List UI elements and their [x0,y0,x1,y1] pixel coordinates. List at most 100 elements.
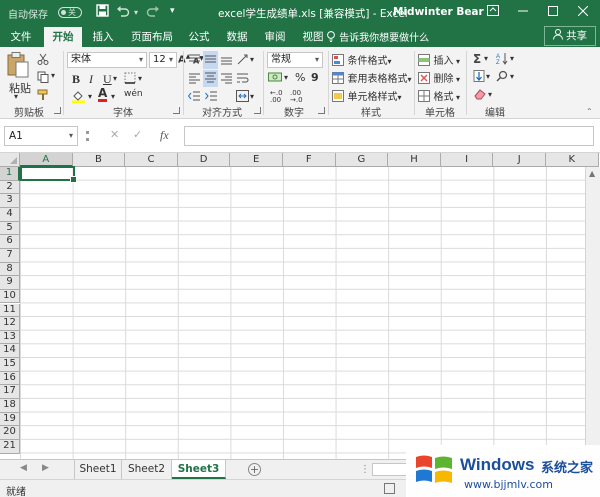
sheet-prev-icon[interactable]: ◀ [20,463,27,473]
increase-indent-icon[interactable] [205,90,218,105]
confirm-entry-icon[interactable]: ✓ [133,128,142,141]
column-header-k[interactable]: K [546,153,599,167]
row-header-16[interactable]: 16 [0,371,20,386]
sheet-next-icon[interactable]: ▶ [42,463,49,473]
sheet-tab-sheet3[interactable]: Sheet3 [172,460,226,479]
row-header-11[interactable]: 11 [0,303,20,318]
column-header-b[interactable]: B [72,153,126,167]
insert-function-button[interactable]: fx [160,128,169,143]
phonetic-icon[interactable]: wén [124,89,143,99]
row-header-15[interactable]: 15 [0,358,20,372]
currency-icon[interactable] [268,71,282,86]
column-header-e[interactable]: E [230,153,283,167]
customize-qat-icon[interactable]: ▾ [170,6,175,16]
undo-icon[interactable] [116,4,130,20]
row-header-19[interactable]: 19 [0,412,20,427]
row-header-1[interactable]: 1 [0,167,20,181]
row-header-2[interactable]: 2 [0,180,20,195]
align-left-icon[interactable] [188,72,201,87]
find-select-icon[interactable] [496,70,508,85]
currency-dropdown-icon[interactable]: ▾ [284,73,288,82]
align-bottom-icon[interactable] [220,53,233,69]
tell-me-box[interactable]: 告诉我你想要做什么 [326,29,429,44]
underline-button[interactable]: U [103,72,112,87]
row-header-20[interactable]: 20 [0,426,20,440]
add-sheet-icon[interactable]: + [248,463,261,476]
scroll-up-icon[interactable]: ▲ [589,169,595,178]
ribbon-display-icon[interactable] [478,2,508,22]
cut-icon[interactable] [37,53,49,68]
insert-cells-button[interactable]: 插入 ▾ [418,52,460,67]
conditional-formatting-button[interactable]: 条件格式▾ [332,52,392,67]
row-header-7[interactable]: 7 [0,248,20,263]
border-icon[interactable] [124,72,136,87]
font-launcher-icon[interactable] [173,107,180,114]
cancel-entry-icon[interactable]: ✕ [110,128,119,141]
italic-button[interactable]: I [89,72,93,87]
fill-color-dropdown-icon[interactable]: ▾ [88,92,92,101]
font-color-button[interactable]: A [98,87,108,102]
user-name[interactable]: Midwinter Bear [393,6,484,18]
merge-dropdown-icon[interactable]: ▾ [250,92,254,101]
redo-icon[interactable] [146,4,160,20]
tab-review[interactable]: 审阅 [258,27,292,47]
format-as-table-button[interactable]: 套用表格格式▾ [332,70,412,85]
formula-input[interactable] [184,126,594,146]
share-button[interactable]: 共享 [544,26,596,46]
comma-style-button[interactable]: 9 [311,71,319,84]
tab-home[interactable]: 开始 [44,27,82,47]
name-box[interactable]: A1 ▾ [4,126,78,146]
alignment-launcher-icon[interactable] [254,107,261,114]
cell-styles-button[interactable]: 单元格样式▾ [332,88,402,103]
find-select-dropdown-icon[interactable]: ▾ [510,72,514,81]
underline-dropdown-icon[interactable]: ▾ [113,74,117,83]
row-header-6[interactable]: 6 [0,235,20,249]
sort-filter-dropdown-icon[interactable]: ▾ [510,54,514,63]
row-header-18[interactable]: 18 [0,399,20,413]
row-header-8[interactable]: 8 [0,262,20,277]
row-header-9[interactable]: 9 [0,276,20,290]
page-layout-icon[interactable] [384,483,395,497]
tab-page-layout[interactable]: 页面布局 [126,27,178,47]
row-header-14[interactable]: 14 [0,344,20,359]
tab-insert[interactable]: 插入 [86,27,120,47]
row-header-13[interactable]: 13 [0,330,20,345]
bold-button[interactable]: B [72,72,80,87]
clear-dropdown-icon[interactable]: ▾ [488,90,492,99]
number-launcher-icon[interactable] [318,107,325,114]
font-name-combo[interactable]: 宋体 ▾ [67,52,147,68]
font-size-combo[interactable]: 12 ▾ [149,52,177,68]
font-color-dropdown-icon[interactable]: ▾ [111,92,115,101]
align-middle-icon[interactable] [203,51,218,69]
minimize-icon[interactable] [508,2,538,22]
column-header-f[interactable]: F [283,153,336,167]
active-cell-A1[interactable] [20,166,77,183]
paste-label[interactable]: 粘贴 [9,80,31,96]
row-header-4[interactable]: 4 [0,207,20,222]
row-header-21[interactable]: 21 [0,440,20,454]
autosum-dropdown-icon[interactable]: ▾ [484,54,488,63]
maximize-icon[interactable] [538,2,568,22]
copy-dropdown-icon[interactable]: ▾ [51,71,55,80]
align-top-icon[interactable] [188,53,201,69]
row-header-12[interactable]: 12 [0,317,20,331]
wrap-text-icon[interactable] [236,72,249,87]
row-header-3[interactable]: 3 [0,194,20,208]
column-header-i[interactable]: I [440,153,494,167]
vertical-scrollbar[interactable]: ▲ [585,167,600,459]
tab-split-handle[interactable]: ⋮ [360,464,370,475]
select-all-corner[interactable] [0,153,20,167]
format-painter-icon[interactable] [37,89,49,104]
row-header-5[interactable]: 5 [0,221,20,236]
align-center-icon[interactable] [203,70,218,87]
border-dropdown-icon[interactable]: ▾ [138,74,142,83]
paste-icon[interactable] [6,51,30,82]
orientation-icon[interactable] [236,53,249,69]
fill-icon[interactable] [473,70,485,85]
decrease-indent-icon[interactable] [187,90,201,105]
align-right-icon[interactable] [220,72,233,87]
formula-bar-resize-handle[interactable] [86,131,89,141]
row-header-10[interactable]: 10 [0,289,20,304]
sort-filter-icon[interactable]: AZ [496,52,509,68]
clipboard-launcher-icon[interactable] [54,107,61,114]
